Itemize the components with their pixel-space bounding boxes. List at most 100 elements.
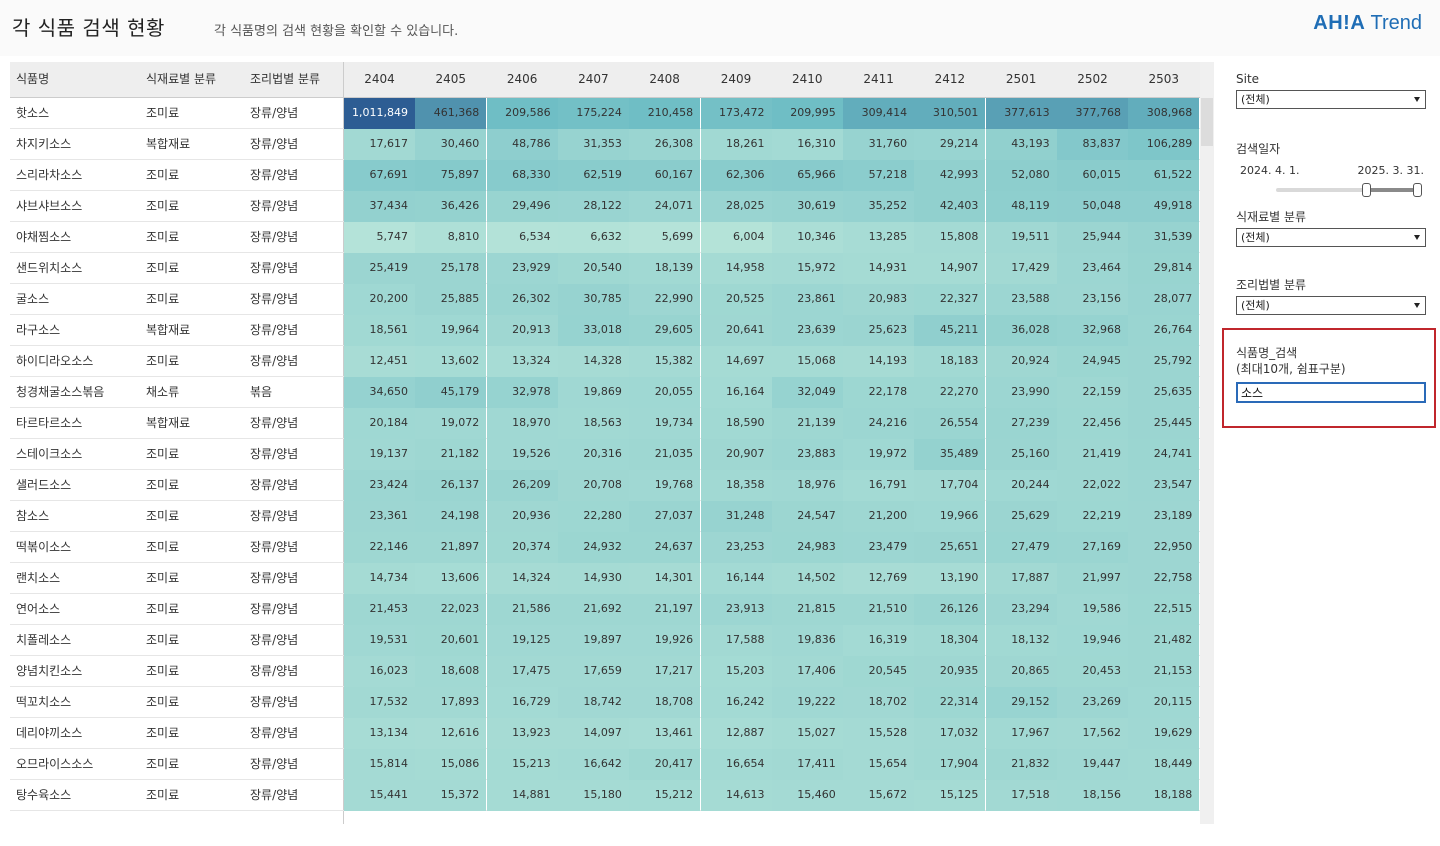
cell-search-count[interactable]: 23,156 [1057,284,1128,315]
cell-search-count[interactable]: 19,897 [557,625,629,656]
cell-search-count[interactable]: 21,419 [1057,439,1128,470]
cell-search-count[interactable]: 19,964 [415,315,487,346]
cell-search-count[interactable]: 18,358 [700,470,772,501]
cell-search-count[interactable]: 173,472 [700,98,772,129]
cell-search-count[interactable]: 209,995 [771,98,843,129]
cell-search-count[interactable]: 23,479 [843,532,915,563]
cell-search-count[interactable]: 17,411 [771,749,843,780]
cell-search-count[interactable]: 22,280 [557,501,629,532]
cell-search-count[interactable]: 12,769 [843,563,915,594]
col-header-month[interactable]: 2502 [1057,62,1128,98]
cell-search-count[interactable]: 23,929 [486,253,558,284]
table-row[interactable]: 샤브샤브소스 조미료 장류/양념 37,434 36,426 29,496 28,122 24… [10,191,1200,222]
cell-search-count[interactable]: 20,936 [486,501,558,532]
cell-search-count[interactable]: 19,072 [415,408,487,439]
cell-search-count[interactable]: 14,324 [486,563,558,594]
cell-search-count[interactable]: 21,815 [771,594,843,625]
cell-search-count[interactable]: 17,429 [985,253,1057,284]
cell-search-count[interactable]: 26,126 [914,594,986,625]
cell-search-count[interactable]: 26,209 [486,470,558,501]
cell-search-count[interactable]: 25,635 [1128,377,1200,408]
cell-search-count[interactable]: 14,613 [700,780,772,811]
cell-search-count[interactable]: 20,055 [629,377,701,408]
cell-search-count[interactable]: 15,814 [344,749,415,780]
cell-search-count[interactable]: 65,966 [771,160,843,191]
cell-search-count[interactable]: 75,897 [415,160,487,191]
col-header-cooking[interactable]: 조리법별 분류 [250,62,320,98]
cell-search-count[interactable]: 21,510 [843,594,915,625]
cell-search-count[interactable]: 36,028 [985,315,1057,346]
table-row[interactable]: 샐러드소스 조미료 장류/양념 23,424 26,137 26,209 20,708 19,… [10,470,1200,501]
cell-search-count[interactable]: 18,563 [557,408,629,439]
cell-search-count[interactable]: 309,414 [843,98,915,129]
cell-search-count[interactable]: 1,011,849 [344,98,415,129]
cell-search-count[interactable]: 14,697 [700,346,772,377]
cell-search-count[interactable]: 20,601 [415,625,487,656]
cell-search-count[interactable]: 14,930 [557,563,629,594]
cell-search-count[interactable]: 23,189 [1128,501,1200,532]
table-row[interactable]: 라구소스 복합재료 장류/양념 18,561 19,964 20,913 33,018 29,… [10,315,1200,346]
cell-search-count[interactable]: 17,217 [629,656,701,687]
cell-search-count[interactable]: 62,519 [557,160,629,191]
cell-search-count[interactable]: 18,561 [344,315,415,346]
cell-search-count[interactable]: 20,907 [700,439,772,470]
table-row[interactable]: 차지키소스 복합재료 장류/양념 17,617 30,460 48,786 31,353 26… [10,129,1200,160]
table-row[interactable]: 떡꼬치소스 조미료 장류/양념 17,532 17,893 16,729 18,742 18,… [10,687,1200,718]
cell-search-count[interactable]: 16,729 [486,687,558,718]
cell-search-count[interactable]: 12,887 [700,718,772,749]
cell-search-count[interactable]: 35,489 [914,439,986,470]
cell-search-count[interactable]: 14,301 [629,563,701,594]
cell-search-count[interactable]: 48,786 [486,129,558,160]
cell-search-count[interactable]: 19,137 [344,439,415,470]
cell-search-count[interactable]: 22,990 [629,284,701,315]
cell-search-count[interactable]: 68,330 [486,160,558,191]
cell-search-count[interactable]: 29,214 [914,129,986,160]
cell-search-count[interactable]: 34,650 [344,377,415,408]
cell-search-count[interactable]: 10,346 [771,222,843,253]
col-header-month[interactable]: 2501 [986,62,1057,98]
cell-search-count[interactable]: 16,310 [771,129,843,160]
cell-search-count[interactable]: 209,586 [486,98,558,129]
cell-search-count[interactable]: 17,032 [914,718,986,749]
cell-search-count[interactable]: 18,702 [843,687,915,718]
cell-search-count[interactable]: 18,449 [1128,749,1200,780]
col-header-month[interactable]: 2408 [629,62,700,98]
cell-search-count[interactable]: 16,642 [557,749,629,780]
cell-search-count[interactable]: 29,152 [985,687,1057,718]
cell-search-count[interactable]: 15,125 [914,780,986,811]
cell-search-count[interactable]: 60,015 [1057,160,1128,191]
cell-search-count[interactable]: 14,881 [486,780,558,811]
cell-search-count[interactable]: 18,188 [1128,780,1200,811]
cell-search-count[interactable]: 5,699 [629,222,701,253]
table-row[interactable]: 참소스 조미료 장류/양념 23,361 24,198 20,936 22,280 27,03… [10,501,1200,532]
cell-search-count[interactable]: 19,926 [629,625,701,656]
cell-search-count[interactable]: 15,808 [914,222,986,253]
cell-search-count[interactable]: 36,426 [415,191,487,222]
cell-search-count[interactable]: 15,672 [843,780,915,811]
cell-search-count[interactable]: 25,944 [1057,222,1128,253]
cell-search-count[interactable]: 23,547 [1128,470,1200,501]
food-search-input[interactable] [1236,382,1426,403]
cell-search-count[interactable]: 16,791 [843,470,915,501]
cell-search-count[interactable]: 18,139 [629,253,701,284]
cell-search-count[interactable]: 377,768 [1057,98,1128,129]
cell-search-count[interactable]: 15,068 [771,346,843,377]
date-slider-end-handle[interactable] [1413,183,1422,197]
cell-search-count[interactable]: 17,518 [985,780,1057,811]
table-row[interactable]: 타르타르소스 복합재료 장류/양념 20,184 19,072 18,970 18,563 1… [10,408,1200,439]
cell-search-count[interactable]: 20,935 [914,656,986,687]
cell-search-count[interactable]: 20,200 [344,284,415,315]
cell-search-count[interactable]: 19,586 [1057,594,1128,625]
cell-search-count[interactable]: 16,654 [700,749,772,780]
cell-search-count[interactable]: 20,115 [1128,687,1200,718]
cell-search-count[interactable]: 19,447 [1057,749,1128,780]
cell-search-count[interactable]: 21,692 [557,594,629,625]
cell-search-count[interactable]: 18,708 [629,687,701,718]
table-row[interactable]: 양념치킨소스 조미료 장류/양념 16,023 18,608 17,475 17,659 17… [10,656,1200,687]
cell-search-count[interactable]: 19,526 [486,439,558,470]
cell-search-count[interactable]: 22,950 [1128,532,1200,563]
table-row[interactable]: 탕수육소스 조미료 장류/양념 15,441 15,372 14,881 15,180 15,… [10,780,1200,811]
cell-search-count[interactable]: 29,496 [486,191,558,222]
cell-search-count[interactable]: 21,832 [985,749,1057,780]
table-row[interactable]: 연어소스 조미료 장류/양념 21,453 22,023 21,586 21,692 21,1… [10,594,1200,625]
